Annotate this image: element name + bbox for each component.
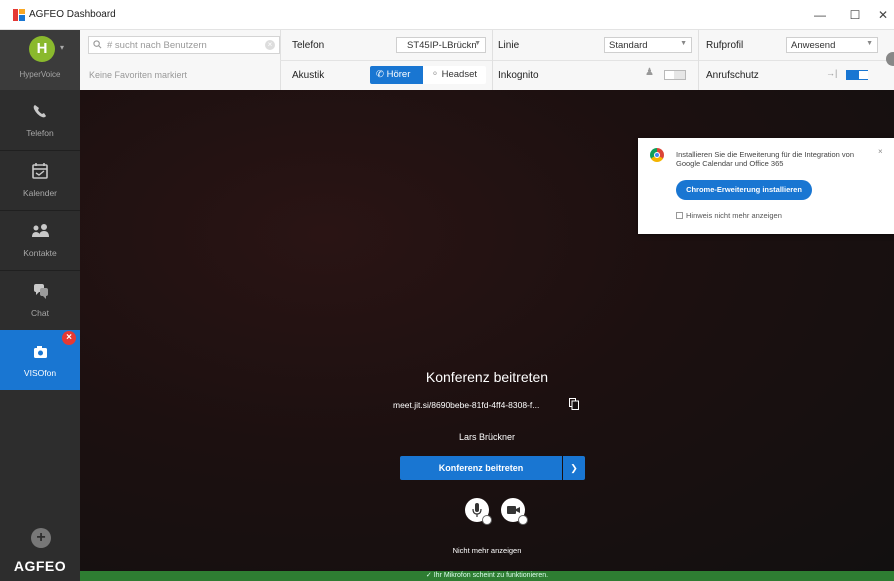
linie-select[interactable]: Standard ▼ — [604, 37, 692, 53]
install-extension-button[interactable]: Chrome-Erweiterung installieren — [676, 180, 812, 200]
hoerer-label: Hörer — [386, 69, 411, 80]
join-options-button[interactable]: ❯ — [563, 456, 585, 480]
toggle-knob — [665, 71, 674, 79]
anrufschutz-toggle[interactable] — [846, 70, 868, 80]
headset-label: Headset — [441, 69, 477, 80]
linie-label: Linie — [498, 40, 520, 51]
add-button[interactable]: + — [31, 528, 51, 548]
conference-title: Konferenz beitreten — [425, 369, 549, 385]
divider — [492, 30, 493, 90]
sidebar-item-kontakte[interactable]: Kontakte — [0, 210, 80, 270]
phone-icon — [0, 102, 80, 120]
participant-name: Lars Brückner — [458, 432, 516, 442]
agfeo-logo-icon — [13, 9, 25, 21]
close-badge-icon[interactable]: × — [62, 331, 76, 345]
phone-icon: ✆ — [376, 69, 384, 80]
favorites-note: Keine Favoriten markiert — [89, 70, 188, 80]
status-bar: ✓ Ihr Mikrofon scheint zu funktionieren. — [80, 571, 894, 581]
rufprofil-value: Anwesend — [791, 40, 836, 51]
divider — [280, 60, 894, 61]
chevron-down-icon: ❯ — [570, 463, 578, 473]
sidebar: H ▾ HyperVoice Telefon Kalender Kontakte… — [0, 30, 80, 581]
hoerer-option[interactable]: ✆ Hörer — [370, 66, 423, 84]
clear-search-icon[interactable]: × — [265, 40, 275, 50]
sidebar-item-label: VISOfon — [23, 368, 57, 378]
camera-settings-icon[interactable] — [518, 515, 528, 525]
popup-message: Installieren Sie die Erweiterung für die… — [676, 150, 855, 168]
sidebar-item-telefon[interactable]: Telefon — [0, 90, 80, 150]
close-button[interactable]: ✕ — [872, 6, 894, 24]
calendar-icon — [0, 162, 80, 180]
chrome-icon — [650, 148, 664, 162]
camera-button[interactable] — [501, 498, 528, 525]
hide-hint-checkbox[interactable] — [676, 212, 683, 219]
window-title: AGFEO Dashboard — [29, 9, 116, 20]
sidebar-item-chat[interactable]: Chat — [0, 270, 80, 330]
incognito-person-icon: ♟ — [645, 67, 654, 78]
akustik-label: Akustik — [292, 70, 325, 81]
chevron-down-icon: ▼ — [866, 40, 873, 47]
linie-value: Standard — [609, 40, 648, 51]
sidebar-item-label: Telefon — [26, 128, 54, 138]
akustik-toggle: ✆ Hörer ⚬ Headset — [370, 66, 486, 84]
headset-icon: ⚬ — [431, 69, 439, 80]
inkognito-toggle[interactable] — [664, 70, 686, 80]
conference-link: meet.jit.si/8690bebe-81fd-4ff4-8308-f... — [393, 400, 540, 410]
avatar[interactable]: H — [29, 36, 55, 62]
close-icon[interactable]: × — [878, 147, 883, 156]
chevron-down-icon: ▼ — [474, 40, 481, 47]
telefon-select[interactable]: ST45IP-LBrückn ▼ — [396, 37, 486, 53]
side-panel-handle-icon[interactable] — [886, 52, 894, 66]
sidebar-item-kalender[interactable]: Kalender — [0, 150, 80, 210]
sidebar-item-visofon[interactable]: VISOfon × — [0, 330, 80, 390]
account-label: HyperVoice — [19, 70, 61, 79]
search-placeholder: # sucht nach Benutzern — [107, 40, 207, 51]
title-bar: AGFEO Dashboard — ☐ ✕ — [0, 0, 894, 30]
inkognito-label: Inkognito — [498, 70, 539, 81]
rufprofil-label: Rufprofil — [706, 40, 744, 51]
hide-hint-label[interactable]: Hinweis nicht mehr anzeigen — [686, 211, 782, 220]
extension-popup: Installieren Sie die Erweiterung für die… — [638, 138, 894, 234]
call-block-icon: →| — [826, 68, 838, 78]
search-input[interactable]: # sucht nach Benutzern × — [88, 36, 280, 54]
search-icon — [93, 40, 102, 49]
sidebar-item-label: Kalender — [22, 188, 58, 198]
telefon-value: ST45IP-LBrückn — [407, 40, 477, 51]
sidebar-item-label: Chat — [31, 308, 49, 318]
microphone-settings-icon[interactable] — [482, 515, 492, 525]
dont-show-again-link[interactable]: Nicht mehr anzeigen — [80, 546, 894, 555]
chevron-down-icon: ▼ — [680, 40, 687, 47]
copy-icon[interactable] — [569, 398, 579, 410]
headset-option[interactable]: ⚬ Headset — [423, 66, 486, 84]
toggle-knob — [859, 71, 868, 79]
rufprofil-select[interactable]: Anwesend ▼ — [786, 37, 878, 53]
brand-logo: AGFEO — [13, 558, 67, 574]
microphone-button[interactable] — [465, 498, 492, 525]
chevron-down-icon[interactable]: ▾ — [60, 43, 64, 52]
minimize-button[interactable]: — — [809, 6, 831, 24]
account-panel[interactable]: H ▾ HyperVoice — [0, 30, 80, 90]
control-bar: # sucht nach Benutzern × Keine Favoriten… — [80, 30, 894, 90]
contacts-icon — [0, 222, 80, 240]
chat-icon — [0, 282, 80, 300]
join-conference-button[interactable]: Konferenz beitreten — [400, 456, 562, 480]
maximize-button[interactable]: ☐ — [844, 6, 866, 24]
divider — [698, 30, 699, 90]
telefon-label: Telefon — [292, 40, 325, 51]
sidebar-item-label: Kontakte — [23, 248, 57, 258]
anrufschutz-label: Anrufschutz — [706, 70, 759, 81]
